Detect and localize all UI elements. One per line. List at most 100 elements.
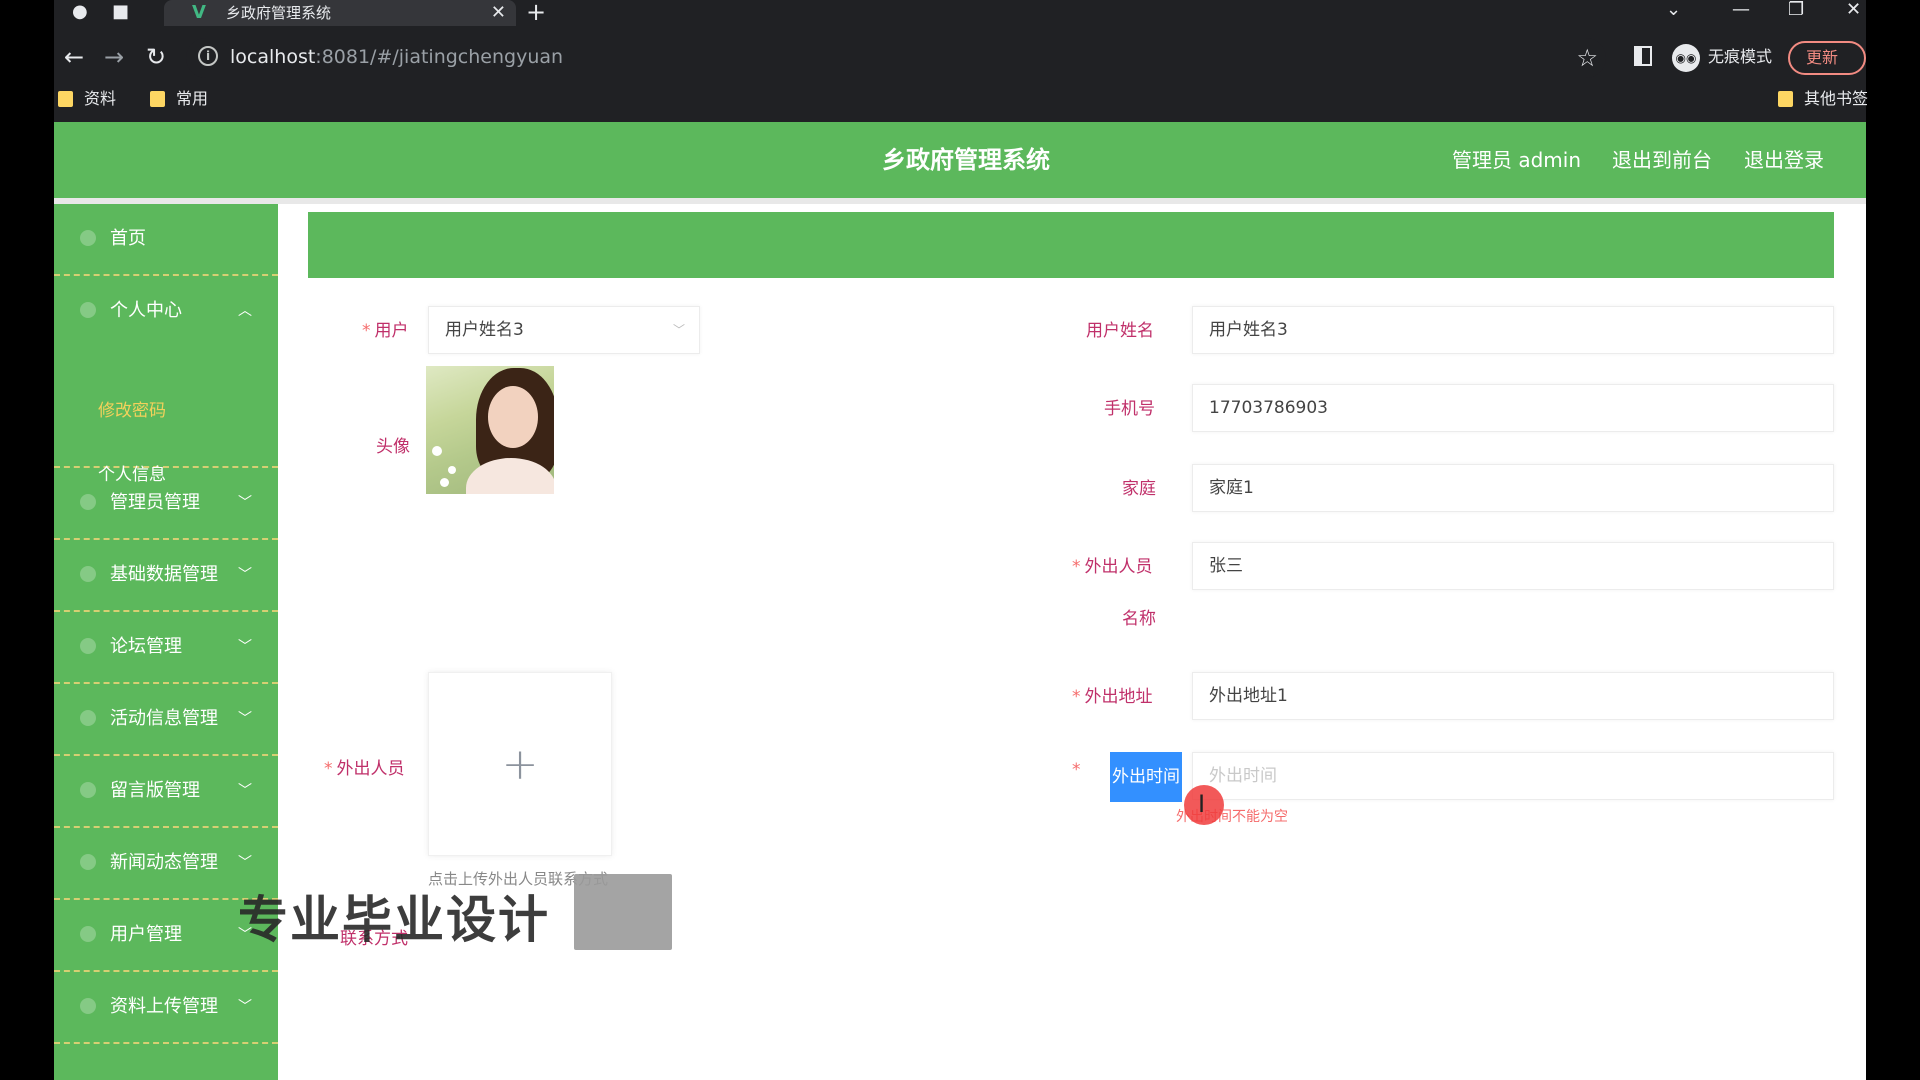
browser-chrome: ● ■ V 乡政府管理系统 ✕ + ⌄ — ❐ ✕ ← → ↻ i localh… [54, 0, 1868, 122]
chevron-down-icon: ﹀ [238, 783, 252, 799]
chevron-down-icon: ﹀ [238, 711, 252, 727]
window-close-icon[interactable]: ✕ [1846, 0, 1861, 20]
forum-icon [80, 638, 96, 654]
sidebar-item-home[interactable]: 首页 [54, 204, 278, 276]
outgoer-name-input[interactable]: 张三 [1192, 542, 1834, 590]
url-host: localhost [230, 46, 316, 68]
tab-list-chevron-icon[interactable]: ⌄ [1666, 0, 1681, 20]
bookmark-folder-changyong[interactable]: 常用 [150, 88, 208, 110]
outgoer-name-value: 张三 [1209, 556, 1243, 576]
incognito-indicator[interactable]: ◉◉ 无痕模式 [1670, 40, 1772, 74]
user-select[interactable]: 用户姓名3 ﹀ [428, 306, 700, 354]
sidebar-item-message-board[interactable]: 留言版管理 ﹀ [54, 756, 278, 828]
data-icon [80, 566, 96, 582]
incognito-label: 无痕模式 [1708, 47, 1773, 66]
time-placeholder: 外出时间 [1209, 766, 1277, 786]
time-label-selected: 外出时间 [1110, 752, 1182, 802]
sidebar-item-label: 首页 [110, 228, 146, 249]
sidebar-item-forum[interactable]: 论坛管理 ﹀ [54, 612, 278, 684]
sidebar-item-label: 活动信息管理 [110, 708, 218, 729]
chevron-down-icon: ﹀ [238, 567, 252, 583]
chevron-up-icon: ︿ [238, 303, 252, 319]
family-value: 家庭1 [1209, 478, 1254, 498]
tab-strip: ● ■ V 乡政府管理系统 ✕ + ⌄ — ❐ ✕ [54, 0, 1866, 26]
folder-icon [150, 91, 165, 107]
back-icon[interactable]: ← [64, 44, 84, 70]
contact-uploader[interactable]: + [428, 672, 612, 856]
sidebar-item-label: 基础数据管理 [110, 564, 218, 585]
username-input[interactable]: 用户姓名3 [1192, 306, 1834, 354]
app-title: 乡政府管理系统 [882, 146, 1050, 174]
user-icon [80, 302, 96, 318]
upload-icon [80, 998, 96, 1014]
text-cursor-icon: I [1198, 790, 1206, 818]
watermark-text: 专业毕业设计 [238, 891, 550, 949]
sidebar-item-label: 资料上传管理 [110, 996, 218, 1017]
tab-close-icon[interactable]: ✕ [491, 0, 506, 26]
chevron-down-icon: ﹀ [238, 639, 252, 655]
sidebar-item-personal-center[interactable]: 个人中心 ︿ 修改密码 个人信息 [54, 276, 278, 485]
address-bar[interactable]: i localhost:8081/#/jiatingchengyuan ☆ [186, 38, 1606, 78]
outgoer-name-label-line2: 名称 [1122, 609, 1156, 629]
sidebar-item-basic-data[interactable]: 基础数据管理 ﹀ [54, 540, 278, 612]
time-input[interactable]: 外出时间 [1192, 752, 1834, 800]
required-mark: * [1072, 687, 1081, 707]
address-input[interactable]: 外出地址1 [1192, 672, 1834, 720]
url-text[interactable]: localhost:8081/#/jiatingchengyuan [230, 46, 563, 68]
chevron-down-icon: ﹀ [238, 495, 252, 511]
sidebar-item-label: 论坛管理 [110, 636, 182, 657]
update-button[interactable]: 更新 [1788, 41, 1866, 75]
restore-icon[interactable]: ❐ [1788, 0, 1804, 20]
vue-favicon-icon: V [192, 2, 206, 23]
address-label-text: 外出地址 [1084, 687, 1153, 707]
users-icon [80, 926, 96, 942]
plus-icon: + [501, 739, 539, 790]
browser-logo-icon: ● [72, 1, 88, 22]
new-tab-icon[interactable]: + [526, 0, 546, 24]
site-info-icon[interactable]: i [198, 46, 218, 66]
sidebar-item-label: 个人中心 [110, 300, 182, 321]
phone-input[interactable]: 17703786903 [1192, 384, 1834, 432]
browser-toolbar: ← → ↻ i localhost:8081/#/jiatingchengyua… [54, 38, 1866, 78]
app-header: 乡政府管理系统 管理员 admin 退出到前台 退出登录 [54, 122, 1866, 198]
user-label: * 用户 [362, 316, 409, 341]
forward-icon[interactable]: → [104, 44, 124, 70]
folder-icon [58, 91, 73, 107]
logout-link[interactable]: 退出登录 [1744, 122, 1824, 198]
outgoer-name-label: * 外出人员 [1072, 552, 1153, 577]
sidebar-item-uploads[interactable]: 资料上传管理 ﹀ [54, 972, 278, 1044]
sidebar-item-activity[interactable]: 活动信息管理 ﹀ [54, 684, 278, 756]
bookmark-label: 资料 [84, 89, 117, 108]
family-label: 家庭 [1122, 479, 1156, 499]
address-label: * 外出地址 [1072, 682, 1153, 707]
tab-search-icon[interactable]: ■ [112, 2, 129, 22]
admin-icon [80, 494, 96, 510]
avatar-image [426, 366, 554, 494]
bookmark-folder-ziliao[interactable]: 资料 [58, 88, 116, 110]
url-path: :8081/#/jiatingchengyuan [315, 46, 564, 68]
tab-title: 乡政府管理系统 [226, 4, 332, 22]
avatar-label: 头像 [376, 437, 410, 457]
folder-icon [1778, 91, 1793, 107]
chevron-down-icon: ﹀ [238, 999, 252, 1015]
other-bookmarks[interactable]: 其他书签 [1778, 88, 1868, 110]
family-input[interactable]: 家庭1 [1192, 464, 1834, 512]
chevron-down-icon: ﹀ [672, 323, 685, 337]
bookmark-star-icon[interactable]: ☆ [1576, 44, 1598, 72]
reload-icon[interactable]: ↻ [146, 44, 166, 70]
page-banner [308, 212, 1834, 278]
sidebar-item-label: 用户管理 [110, 924, 182, 945]
back-to-front-link[interactable]: 退出到前台 [1612, 122, 1712, 198]
side-panel-icon[interactable] [1634, 46, 1652, 66]
minimize-icon[interactable]: — [1732, 0, 1750, 20]
outgoer-label-text: 外出人员 [336, 759, 405, 779]
sidebar-item-admin-management[interactable]: 管理员管理 ﹀ [54, 468, 278, 540]
required-mark: * [1072, 760, 1081, 780]
sidebar-item-label: 新闻动态管理 [110, 852, 218, 873]
required-mark: * [1072, 557, 1081, 577]
watermark-blur [574, 874, 672, 950]
sidebar-subitem-change-password[interactable]: 修改密码 [98, 396, 166, 421]
tab-active[interactable]: V 乡政府管理系统 ✕ [164, 0, 516, 26]
message-icon [80, 782, 96, 798]
sidebar-item-label: 留言版管理 [110, 780, 200, 801]
